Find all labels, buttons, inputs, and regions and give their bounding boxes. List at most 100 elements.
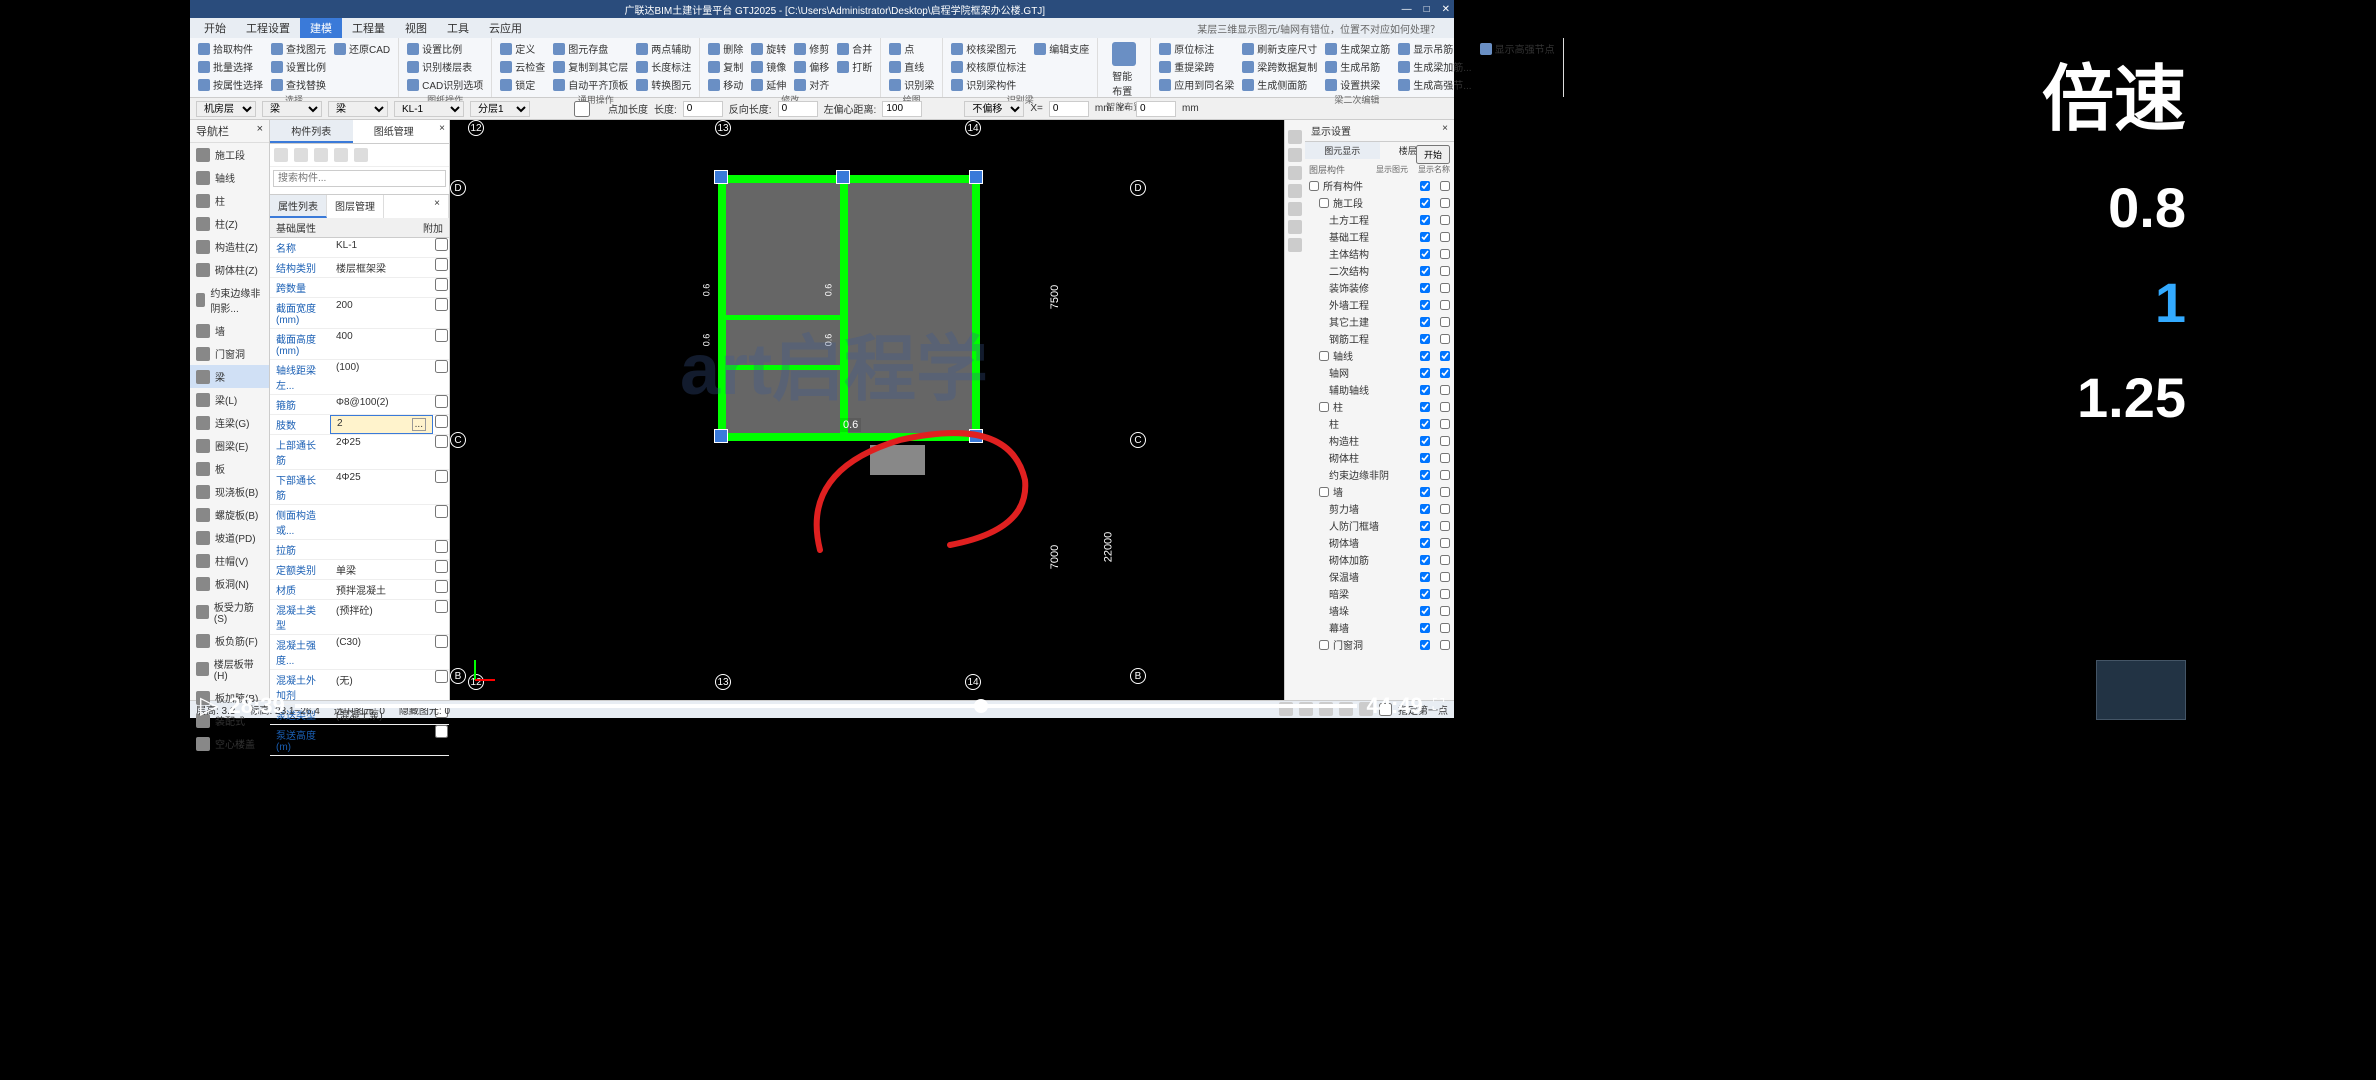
insert-member-icon[interactable]: [334, 148, 348, 162]
minimize-icon[interactable]: —: [1402, 4, 1412, 15]
ribbon-item[interactable]: CAD识别选项: [405, 76, 485, 93]
nav-item[interactable]: 砌体柱(Z): [190, 258, 269, 281]
display-tree-row[interactable]: 砌体加筋: [1305, 551, 1454, 568]
nav-item[interactable]: 空心楼盖: [190, 732, 269, 755]
nav-item[interactable]: 梁(L): [190, 388, 269, 411]
ribbon-item[interactable]: 识别楼层表: [405, 58, 485, 75]
ribbon-item[interactable]: 查找替换: [269, 76, 328, 93]
ribbon-item[interactable]: 显示吊筋: [1396, 40, 1473, 57]
reverse-length-input[interactable]: [778, 101, 818, 117]
length-input[interactable]: [683, 101, 723, 117]
ribbon-item[interactable]: 图元存盘: [551, 40, 630, 57]
ribbon-item[interactable]: 识别梁构件: [949, 76, 1028, 93]
nav-item[interactable]: 圈梁(E): [190, 434, 269, 457]
ribbon-item[interactable]: 合并: [835, 40, 874, 57]
tab-property-list[interactable]: 属性列表: [270, 195, 327, 218]
nav-item[interactable]: 现浇板(B): [190, 480, 269, 503]
display-tree-row[interactable]: 轴网: [1305, 364, 1454, 381]
view-tool-icon[interactable]: [1288, 148, 1302, 162]
menu-model[interactable]: 建模: [300, 18, 342, 38]
speed-1[interactable]: 1: [2042, 270, 2186, 335]
menu-start[interactable]: 开始: [194, 18, 236, 38]
y-input[interactable]: [1136, 101, 1176, 117]
ribbon-item[interactable]: 设置比例: [269, 58, 328, 75]
offset-input[interactable]: [882, 101, 922, 117]
menu-settings[interactable]: 工程设置: [236, 18, 300, 38]
beam-mid[interactable]: [840, 175, 848, 440]
progress-bar[interactable]: [295, 704, 1357, 708]
nav-item[interactable]: 墙: [190, 319, 269, 342]
handle-bl[interactable]: [714, 429, 728, 443]
display-tree-row[interactable]: 其它土建: [1305, 313, 1454, 330]
member-select[interactable]: KL-1: [394, 101, 464, 117]
ribbon-item[interactable]: 复制到其它层: [551, 58, 630, 75]
display-tree-row[interactable]: 门: [1305, 653, 1454, 657]
property-row[interactable]: 轴线距梁左...(100): [270, 360, 449, 395]
menu-tool[interactable]: 工具: [437, 18, 479, 38]
tab-member-list[interactable]: 构件列表: [270, 120, 353, 143]
display-tree-row[interactable]: 所有构件: [1305, 177, 1454, 194]
handle-tr[interactable]: [969, 170, 983, 184]
display-tree-row[interactable]: 构造柱: [1305, 432, 1454, 449]
ribbon-item[interactable]: 还原CAD: [332, 40, 392, 57]
ribbon-item[interactable]: 校核梁图元: [949, 40, 1028, 57]
view-tool-icon[interactable]: [1288, 184, 1302, 198]
ribbon-item[interactable]: 点: [887, 40, 936, 57]
nav-item[interactable]: 施工段: [190, 143, 269, 166]
display-tree-row[interactable]: 辅助轴线: [1305, 381, 1454, 398]
display-tree-row[interactable]: 人防门框墙: [1305, 517, 1454, 534]
drawing-canvas[interactable]: 12 13 14 12 13 14 D C B D C B: [450, 120, 1284, 700]
save-icon[interactable]: [214, 2, 228, 16]
display-tree-row[interactable]: 墙垛: [1305, 602, 1454, 619]
ribbon-item[interactable]: 查找图元: [269, 40, 328, 57]
add-length-check[interactable]: [562, 101, 602, 117]
menu-cloud[interactable]: 云应用: [479, 18, 532, 38]
nav-item[interactable]: 构造柱(Z): [190, 235, 269, 258]
ribbon-item[interactable]: 自动平齐顶板: [551, 76, 630, 93]
view-tool-icon[interactable]: [1288, 220, 1302, 234]
ribbon-item[interactable]: 修剪: [792, 40, 831, 57]
property-row[interactable]: 定额类别单梁: [270, 560, 449, 580]
ribbon-item[interactable]: 移动: [706, 76, 745, 93]
nav-item[interactable]: 板负筋(F): [190, 629, 269, 652]
display-tree-row[interactable]: 施工段: [1305, 194, 1454, 211]
view-tool-icon[interactable]: [1288, 130, 1302, 144]
nav-item[interactable]: 板洞(N): [190, 572, 269, 595]
display-tree-row[interactable]: 轴线: [1305, 347, 1454, 364]
property-table[interactable]: 名称KL-1结构类别楼层框架梁跨数量截面宽度(mm)200截面高度(mm)400…: [270, 238, 449, 756]
ribbon-item[interactable]: 生成梁加筋...: [1396, 58, 1473, 75]
ribbon-item[interactable]: 拾取构件: [196, 40, 265, 57]
subcategory-select[interactable]: 梁: [328, 101, 388, 117]
menu-quantity[interactable]: 工程量: [342, 18, 395, 38]
ribbon-item[interactable]: 复制: [706, 58, 745, 75]
ribbon-item[interactable]: 镜像: [749, 58, 788, 75]
no-offset-select[interactable]: 不偏移: [964, 101, 1024, 117]
beam-bottom[interactable]: [718, 433, 980, 441]
member-panel-close-icon[interactable]: ×: [435, 120, 449, 143]
beam-left[interactable]: [718, 175, 726, 440]
prop-close-icon[interactable]: ×: [426, 195, 449, 218]
close-icon[interactable]: ✕: [1442, 4, 1450, 15]
ribbon-item[interactable]: 原位标注: [1157, 40, 1236, 57]
property-row[interactable]: 名称KL-1: [270, 238, 449, 258]
display-tree-row[interactable]: 约束边缘非阴: [1305, 466, 1454, 483]
floor-select[interactable]: 机房层: [196, 101, 256, 117]
nav-item[interactable]: 板受力筋(S): [190, 595, 269, 629]
display-tree-row[interactable]: 墙: [1305, 483, 1454, 500]
category-select[interactable]: 梁: [262, 101, 322, 117]
display-tree-row[interactable]: 砌体墙: [1305, 534, 1454, 551]
smart-layout-button[interactable]: 智能布置: [1104, 40, 1144, 100]
ribbon-item[interactable]: 云检查: [498, 58, 547, 75]
ribbon-item[interactable]: 转换图元: [634, 76, 693, 93]
ribbon-item[interactable]: 设置比例: [405, 40, 485, 57]
display-tree-row[interactable]: 保温墙: [1305, 568, 1454, 585]
nav-item[interactable]: 柱: [190, 189, 269, 212]
property-row[interactable]: 混凝土强度...(C30): [270, 635, 449, 670]
nav-item[interactable]: 螺旋板(B): [190, 503, 269, 526]
speed-0-8[interactable]: 0.8: [2042, 175, 2186, 240]
new-member-icon[interactable]: [274, 148, 288, 162]
display-tree-row[interactable]: 剪力墙: [1305, 500, 1454, 517]
ribbon-item[interactable]: 生成吊筋: [1323, 58, 1392, 75]
nav-item[interactable]: 门窗洞: [190, 342, 269, 365]
ribbon-item[interactable]: 旋转: [749, 40, 788, 57]
